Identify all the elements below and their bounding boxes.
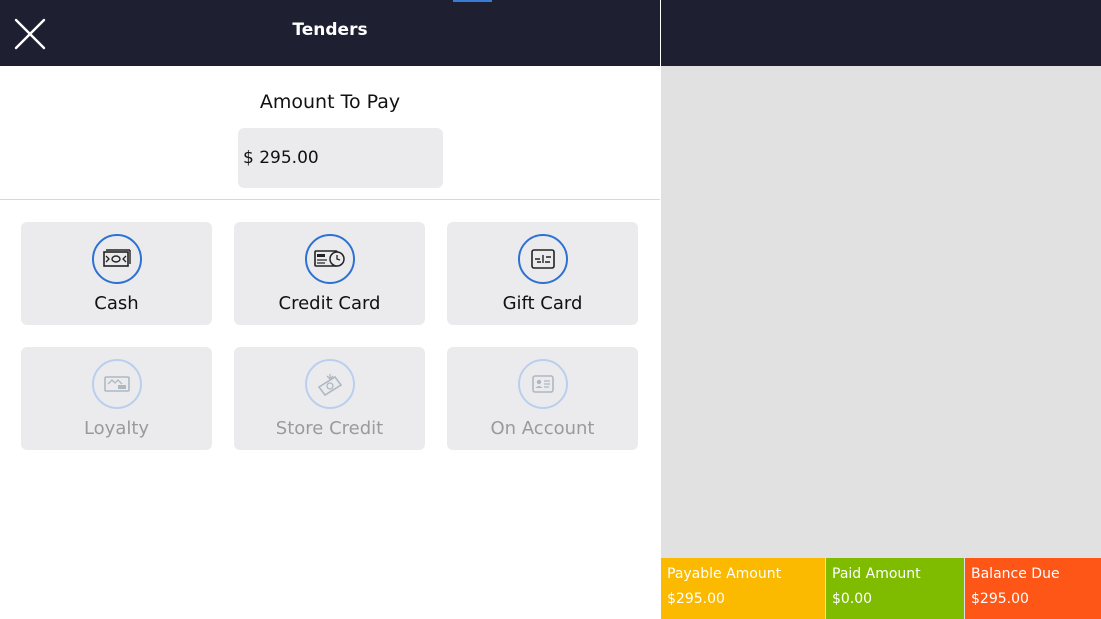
tender-credit-card-label: Credit Card (278, 293, 381, 314)
divider (0, 199, 660, 200)
header-accent-line (453, 0, 492, 2)
balance-due-label: Balance Due (971, 566, 1060, 582)
payable-amount-value: $295.00 (667, 591, 725, 607)
tender-loyalty-button[interactable]: Loyalty (21, 347, 212, 450)
tender-gift-card-button[interactable]: Gift Card (447, 222, 638, 325)
page-title: Tenders (292, 20, 368, 40)
order-panel (661, 0, 1101, 619)
tender-on-account-button[interactable]: On Account (447, 347, 638, 450)
tender-store-credit-label: Store Credit (275, 418, 384, 439)
tender-store-credit-button[interactable]: Store Credit (234, 347, 425, 450)
amount-to-pay-label: Amount To Pay (259, 91, 401, 113)
order-panel-header (661, 0, 1101, 66)
on-account-icon (518, 359, 568, 409)
gift-card-icon (518, 234, 568, 284)
tender-on-account-label: On Account (490, 418, 595, 439)
balance-due-value: $295.00 (971, 591, 1029, 607)
paid-amount-value: $0.00 (832, 591, 873, 607)
amount-to-pay-field[interactable]: $ 295.00 (238, 128, 443, 188)
store-credit-icon (305, 359, 355, 409)
credit-card-icon (305, 234, 355, 284)
paid-amount-label: Paid Amount (832, 566, 921, 582)
cash-icon (92, 234, 142, 284)
tenders-header: Tenders (0, 0, 660, 66)
tender-gift-card-label: Gift Card (502, 293, 583, 314)
paid-amount-summary: Paid Amount $0.00 (826, 558, 964, 619)
tender-cash-label: Cash (94, 293, 139, 314)
payable-amount-summary: Payable Amount $295.00 (661, 558, 825, 619)
tender-loyalty-label: Loyalty (83, 418, 150, 439)
tender-cash-button[interactable]: Cash (21, 222, 212, 325)
payable-amount-label: Payable Amount (667, 566, 782, 582)
amount-to-pay-value: $ 295.00 (243, 148, 319, 168)
balance-due-summary: Balance Due $295.00 (965, 558, 1101, 619)
loyalty-icon (92, 359, 142, 409)
tender-credit-card-button[interactable]: Credit Card (234, 222, 425, 325)
tenders-panel: Tenders Amount To Pay $ 295.00 Cash Cred… (0, 0, 660, 619)
